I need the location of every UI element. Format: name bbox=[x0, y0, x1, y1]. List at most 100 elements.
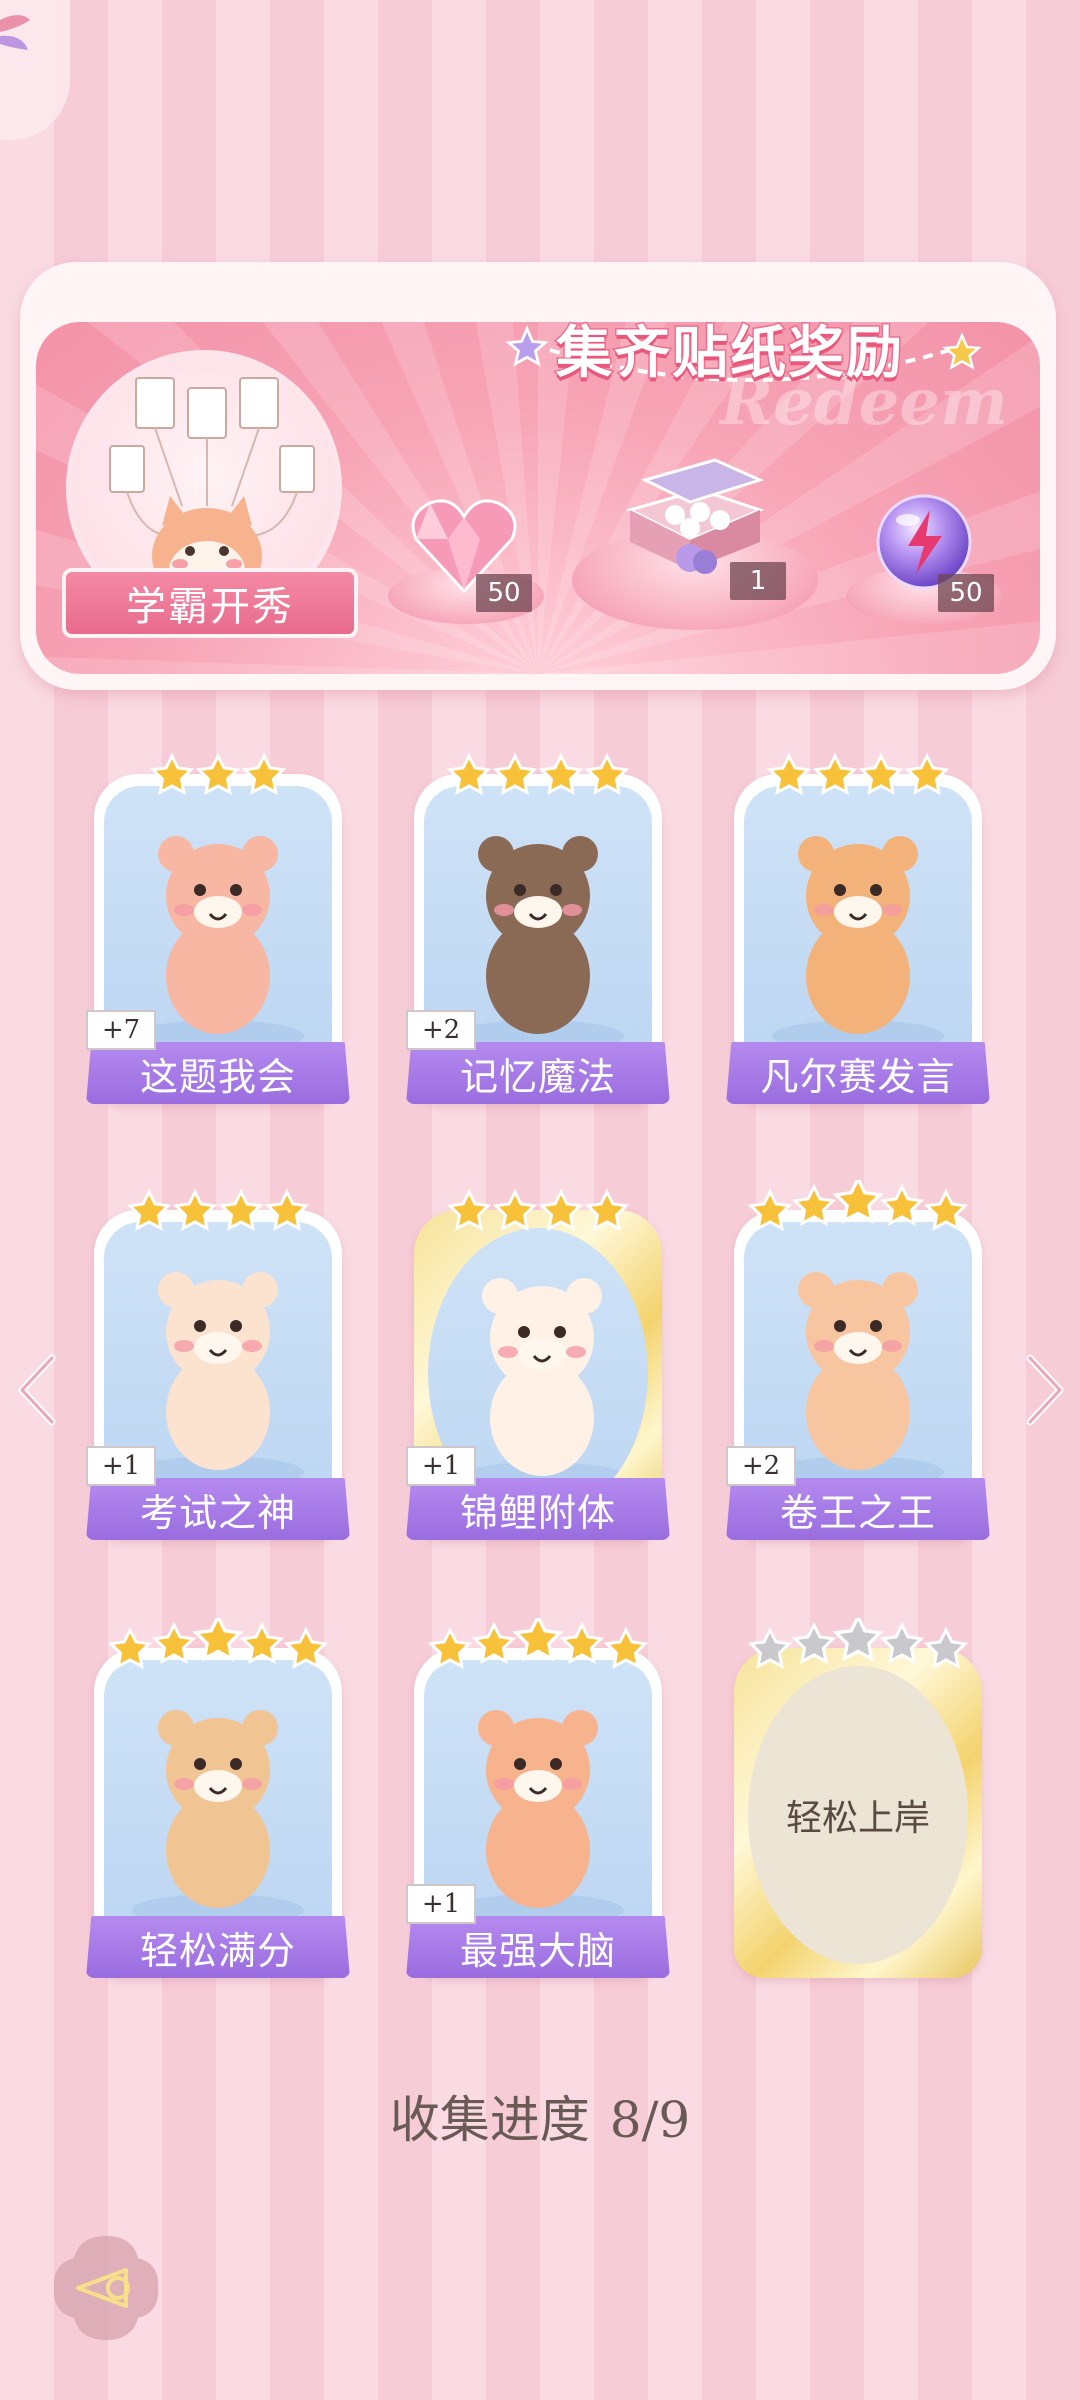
petal-icon bbox=[0, 15, 30, 50]
star-icon bbox=[584, 752, 630, 795]
star-icon bbox=[538, 1188, 584, 1231]
sticker-name: 最强大脑 bbox=[459, 1928, 616, 1973]
sticker-card-5[interactable]: 锦鲤附体 +1 bbox=[406, 1188, 670, 1540]
star-rating bbox=[446, 752, 630, 795]
progress-label: 收集进度 bbox=[389, 2091, 590, 2149]
star-icon bbox=[239, 1621, 285, 1664]
back-arrow-icon bbox=[53, 2236, 159, 2340]
star-icon bbox=[747, 1188, 793, 1231]
sticker-art bbox=[104, 1660, 332, 1930]
star-icon bbox=[283, 1626, 329, 1669]
sticker-label-bar: 凡尔赛发言 bbox=[726, 1042, 990, 1104]
next-page-arrow[interactable] bbox=[1020, 1350, 1070, 1430]
count-badge: +1 bbox=[406, 1446, 476, 1486]
reward-count-2: 1 bbox=[730, 562, 786, 600]
sticker-art bbox=[744, 786, 972, 1056]
count-badge: +1 bbox=[86, 1446, 156, 1486]
star-icon bbox=[584, 1188, 630, 1231]
star-rating bbox=[747, 1618, 969, 1669]
sticker-label-bar: 这题我会 bbox=[86, 1042, 350, 1104]
star-icon bbox=[832, 1180, 884, 1224]
sticker-name: 这题我会 bbox=[139, 1054, 296, 1099]
star-icon bbox=[923, 1188, 969, 1231]
star-icon bbox=[149, 752, 195, 795]
sticker-label-bar: 卷王之王 bbox=[726, 1478, 990, 1540]
star-icon bbox=[791, 1183, 837, 1226]
progress-count: 8/9 bbox=[609, 2091, 691, 2149]
locked-sticker-name: 轻松上岸 bbox=[785, 1798, 930, 1839]
sticker-card-4[interactable]: 考试之神 +1 bbox=[86, 1188, 350, 1540]
sticker-art: 轻松上岸 bbox=[748, 1666, 968, 1964]
star-icon bbox=[446, 1188, 492, 1231]
star-rating bbox=[766, 752, 950, 795]
star-icon bbox=[923, 1626, 969, 1669]
star-icon bbox=[747, 1626, 793, 1669]
mascot-illustration-icon bbox=[132, 1710, 304, 1926]
sticker-card-1[interactable]: 这题我会 +7 bbox=[86, 752, 350, 1104]
sticker-card-8[interactable]: 最强大脑 +1 bbox=[406, 1618, 670, 1978]
star-icon bbox=[559, 1621, 605, 1664]
sticker-card-7[interactable]: 轻松满分 bbox=[86, 1618, 350, 1978]
star-icon bbox=[241, 752, 287, 795]
sticker-label-bar: 锦鲤附体 bbox=[406, 1478, 670, 1540]
star-icon bbox=[107, 1626, 153, 1669]
star-icon bbox=[766, 752, 812, 795]
star-icon bbox=[172, 1188, 218, 1231]
sticker-name: 记忆魔法 bbox=[459, 1054, 616, 1099]
star-icon bbox=[192, 1618, 244, 1662]
sticker-label-bar: 考试之神 bbox=[86, 1478, 350, 1540]
sticker-label-bar: 最强大脑 bbox=[406, 1916, 670, 1978]
count-badge: +7 bbox=[86, 1010, 156, 1050]
reward-count-3: 50 bbox=[938, 574, 994, 612]
banner-title-wrap: 集齐贴纸奖励 bbox=[540, 300, 960, 390]
sticker-label-bar: 轻松满分 bbox=[86, 1916, 350, 1978]
sticker-card-9[interactable]: 轻松上岸 bbox=[734, 1618, 982, 1978]
count-badge: +1 bbox=[406, 1884, 476, 1924]
star-icon bbox=[264, 1188, 310, 1231]
star-icon bbox=[151, 1621, 197, 1664]
star-rating bbox=[149, 752, 287, 795]
star-icon bbox=[427, 1626, 473, 1669]
star-icon bbox=[492, 752, 538, 795]
star-rating bbox=[427, 1618, 649, 1669]
star-icon bbox=[832, 1618, 884, 1662]
star-icon bbox=[218, 1188, 264, 1231]
star-icon bbox=[791, 1621, 837, 1664]
previous-page-arrow[interactable] bbox=[12, 1350, 62, 1430]
sticker-name: 锦鲤附体 bbox=[459, 1490, 616, 1535]
medallion-label: 学霸开秀 bbox=[126, 584, 294, 630]
sticker-name: 卷王之王 bbox=[779, 1490, 936, 1535]
banner-title: 集齐贴纸奖励 bbox=[555, 320, 904, 388]
star-icon bbox=[446, 752, 492, 795]
star-icon bbox=[126, 1188, 172, 1231]
count-badge: +2 bbox=[406, 1010, 476, 1050]
star-icon bbox=[879, 1621, 925, 1664]
sticker-name: 考试之神 bbox=[139, 1490, 296, 1535]
star-icon bbox=[471, 1621, 517, 1664]
star-icon bbox=[603, 1626, 649, 1669]
star-icon bbox=[538, 752, 584, 795]
sticker-card-6[interactable]: 卷王之王 +2 bbox=[726, 1180, 990, 1540]
star-icon bbox=[858, 752, 904, 795]
collection-progress: 收集进度 8/9 bbox=[0, 2080, 1080, 2152]
gift-box-icon[interactable] bbox=[620, 450, 770, 580]
star-icon bbox=[812, 752, 858, 795]
count-badge: +2 bbox=[726, 1446, 796, 1486]
star-icon bbox=[512, 1618, 564, 1662]
star-icon bbox=[879, 1183, 925, 1226]
sticker-card-2[interactable]: 记忆魔法 +2 bbox=[406, 752, 670, 1104]
star-icon bbox=[195, 752, 241, 795]
medallion-ribbon: 学霸开秀 bbox=[62, 568, 358, 638]
sticker-label-bar: 记忆魔法 bbox=[406, 1042, 670, 1104]
corner-menu-button[interactable] bbox=[0, 0, 70, 140]
star-icon bbox=[492, 1188, 538, 1231]
star-rating bbox=[107, 1618, 329, 1669]
sticker-card-3[interactable]: 凡尔赛发言 bbox=[726, 752, 990, 1104]
star-rating bbox=[126, 1188, 310, 1231]
back-button[interactable] bbox=[48, 2230, 164, 2346]
mascot-illustration-icon bbox=[772, 836, 944, 1052]
star-icon bbox=[904, 752, 950, 795]
reward-count-1: 50 bbox=[476, 574, 532, 612]
star-rating bbox=[747, 1180, 969, 1231]
sticker-name: 凡尔赛发言 bbox=[760, 1054, 956, 1099]
